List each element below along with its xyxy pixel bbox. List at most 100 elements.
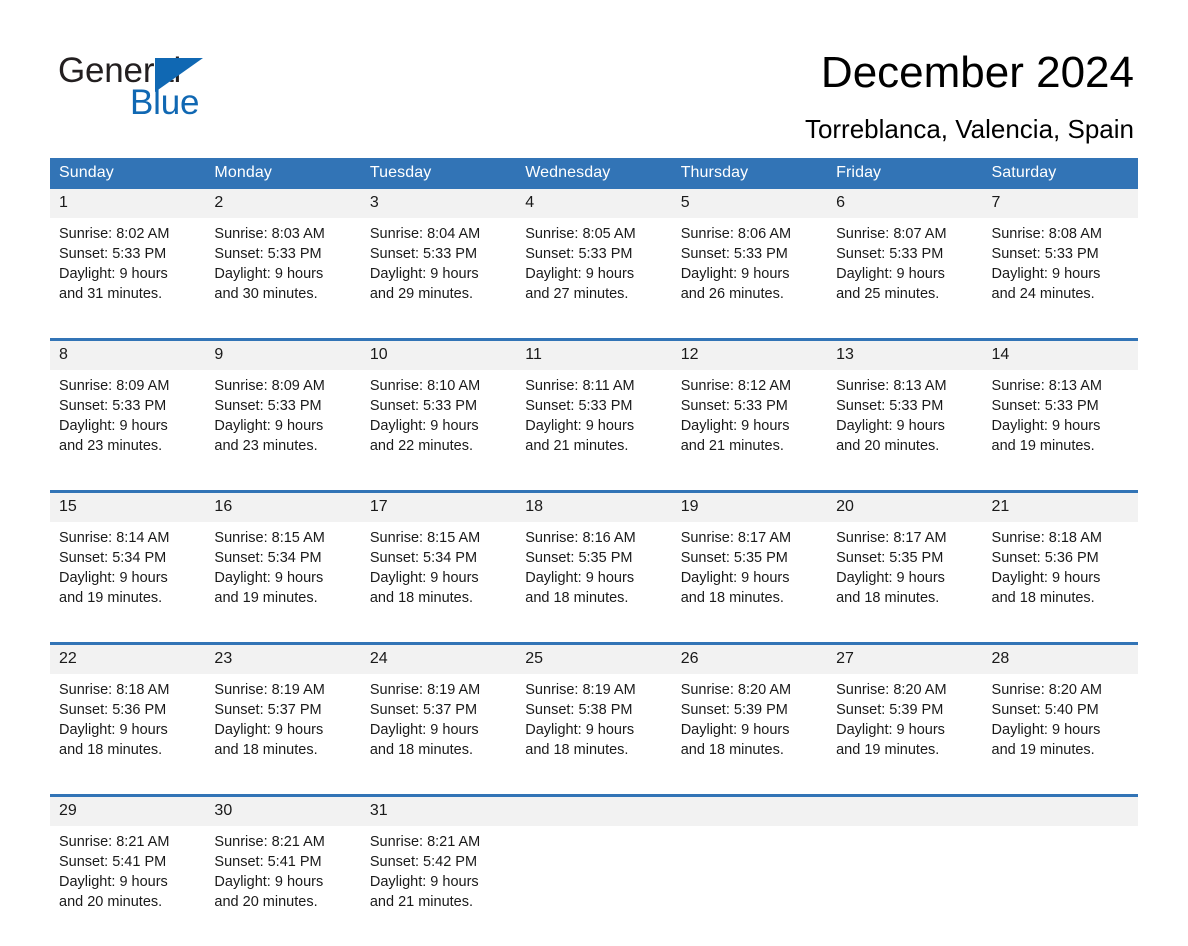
day-cell[interactable]: Sunrise: 8:21 AM Sunset: 5:42 PM Daylight:… xyxy=(360,826,517,946)
day-cell[interactable]: Sunrise: 8:12 AM Sunset: 5:33 PM Daylight:… xyxy=(671,370,828,492)
daylight-text-line1: Daylight: 9 hours xyxy=(991,570,1101,586)
day-cell[interactable]: Sunrise: 8:17 AM Sunset: 5:35 PM Daylight:… xyxy=(671,522,828,644)
day-number[interactable]: 27 xyxy=(827,642,983,674)
day-number[interactable]: 9 xyxy=(205,338,361,370)
day-number[interactable]: 10 xyxy=(360,338,517,370)
day-number[interactable]: 16 xyxy=(205,490,361,522)
daylight-text-line1: Daylight: 9 hours xyxy=(836,266,945,282)
day-cell[interactable]: Sunrise: 8:03 AM Sunset: 5:33 PM Daylight:… xyxy=(205,218,361,340)
day-number[interactable]: 24 xyxy=(360,642,517,674)
day-cell[interactable]: Sunrise: 8:06 AM Sunset: 5:33 PM Daylight:… xyxy=(671,218,828,340)
day-cell[interactable]: Sunrise: 8:19 AM Sunset: 5:37 PM Daylight:… xyxy=(205,674,361,796)
day-cell[interactable]: Sunrise: 8:19 AM Sunset: 5:37 PM Daylight:… xyxy=(360,674,517,796)
day-cell[interactable]: Sunrise: 8:18 AM Sunset: 5:36 PM Daylight:… xyxy=(982,522,1138,644)
day-number[interactable]: 29 xyxy=(50,794,206,826)
day-cell[interactable]: Sunrise: 8:10 AM Sunset: 5:33 PM Daylight:… xyxy=(360,370,517,492)
day-number[interactable]: 12 xyxy=(671,338,828,370)
day-cell[interactable]: Sunrise: 8:16 AM Sunset: 5:35 PM Daylight:… xyxy=(516,522,672,644)
day-number[interactable]: 25 xyxy=(516,642,672,674)
day-cell-empty xyxy=(982,826,1138,946)
day-number-empty xyxy=(982,794,1138,826)
day-cell[interactable]: Sunrise: 8:11 AM Sunset: 5:33 PM Daylight:… xyxy=(516,370,672,492)
daylight-text-line2: and 18 minutes. xyxy=(525,742,629,758)
day-cell[interactable]: Sunrise: 8:17 AM Sunset: 5:35 PM Daylight:… xyxy=(827,522,983,644)
sunset-text: Sunset: 5:35 PM xyxy=(680,550,788,566)
day-number[interactable]: 6 xyxy=(827,189,983,218)
day-cell[interactable]: Sunrise: 8:14 AM Sunset: 5:34 PM Daylight:… xyxy=(50,522,206,644)
daylight-text-line1: Daylight: 9 hours xyxy=(991,418,1101,434)
sunrise-text: Sunrise: 8:21 AM xyxy=(214,834,325,850)
calendar-page: General Blue December 2024 Torreblanca, … xyxy=(0,0,1188,946)
sunset-text: Sunset: 5:39 PM xyxy=(836,702,944,718)
day-number[interactable]: 31 xyxy=(360,794,517,826)
day-number[interactable]: 20 xyxy=(827,490,983,522)
daylight-text-line1: Daylight: 9 hours xyxy=(214,266,324,282)
day-cell[interactable]: Sunrise: 8:02 AM Sunset: 5:33 PM Daylight:… xyxy=(50,218,206,340)
day-number[interactable]: 13 xyxy=(827,338,983,370)
day-cell[interactable]: Sunrise: 8:20 AM Sunset: 5:39 PM Daylight:… xyxy=(827,674,983,796)
day-cell[interactable]: Sunrise: 8:08 AM Sunset: 5:33 PM Daylight:… xyxy=(982,218,1138,340)
weekday-header-wednesday: Wednesday xyxy=(516,158,672,189)
sunset-text: Sunset: 5:41 PM xyxy=(214,854,322,870)
day-cell[interactable]: Sunrise: 8:18 AM Sunset: 5:36 PM Daylight:… xyxy=(50,674,206,796)
day-cell[interactable]: Sunrise: 8:15 AM Sunset: 5:34 PM Daylight:… xyxy=(360,522,517,644)
daylight-text-line1: Daylight: 9 hours xyxy=(680,570,790,586)
day-cell[interactable]: Sunrise: 8:15 AM Sunset: 5:34 PM Daylight:… xyxy=(205,522,361,644)
day-number[interactable]: 23 xyxy=(205,642,361,674)
day-number[interactable]: 28 xyxy=(982,642,1138,674)
sunset-text: Sunset: 5:36 PM xyxy=(59,702,167,718)
day-cell[interactable]: Sunrise: 8:20 AM Sunset: 5:40 PM Daylight:… xyxy=(982,674,1138,796)
day-number[interactable]: 1 xyxy=(50,189,206,218)
sunrise-text: Sunrise: 8:18 AM xyxy=(59,682,170,698)
day-cell[interactable]: Sunrise: 8:13 AM Sunset: 5:33 PM Daylight:… xyxy=(982,370,1138,492)
week-detail-row: Sunrise: 8:14 AM Sunset: 5:34 PM Daylight:… xyxy=(50,522,1138,644)
day-number[interactable]: 14 xyxy=(982,338,1138,370)
daylight-text-line2: and 20 minutes. xyxy=(59,894,163,910)
week-detail-row: Sunrise: 8:21 AM Sunset: 5:41 PM Daylight:… xyxy=(50,826,1138,946)
day-number[interactable]: 19 xyxy=(671,490,828,522)
day-number[interactable]: 15 xyxy=(50,490,206,522)
day-cell[interactable]: Sunrise: 8:09 AM Sunset: 5:33 PM Daylight:… xyxy=(205,370,361,492)
day-number[interactable]: 30 xyxy=(205,794,361,826)
day-number[interactable]: 22 xyxy=(50,642,206,674)
day-cell[interactable]: Sunrise: 8:21 AM Sunset: 5:41 PM Daylight:… xyxy=(205,826,361,946)
daylight-text-line2: and 23 minutes. xyxy=(59,438,163,454)
day-number[interactable]: 18 xyxy=(516,490,672,522)
day-number[interactable]: 2 xyxy=(205,189,361,218)
sunset-text: Sunset: 5:33 PM xyxy=(836,398,944,414)
day-cell[interactable]: Sunrise: 8:21 AM Sunset: 5:41 PM Daylight:… xyxy=(50,826,206,946)
sunset-text: Sunset: 5:33 PM xyxy=(680,398,788,414)
sunrise-text: Sunrise: 8:17 AM xyxy=(836,530,947,546)
location-subtitle: Torreblanca, Valencia, Spain xyxy=(804,114,1134,144)
day-cell[interactable]: Sunrise: 8:05 AM Sunset: 5:33 PM Daylight:… xyxy=(516,218,672,340)
daylight-text-line2: and 22 minutes. xyxy=(369,438,474,454)
day-cell[interactable]: Sunrise: 8:07 AM Sunset: 5:33 PM Daylight:… xyxy=(827,218,983,340)
day-number[interactable]: 4 xyxy=(516,189,672,218)
week-detail-row: Sunrise: 8:09 AM Sunset: 5:33 PM Daylight:… xyxy=(50,370,1138,492)
day-number[interactable]: 26 xyxy=(671,642,828,674)
daylight-text-line2: and 18 minutes. xyxy=(525,590,629,606)
sunrise-text: Sunrise: 8:20 AM xyxy=(680,682,792,698)
daylight-text-line1: Daylight: 9 hours xyxy=(214,418,324,434)
day-cell[interactable]: Sunrise: 8:19 AM Sunset: 5:38 PM Daylight:… xyxy=(516,674,672,796)
day-number[interactable]: 3 xyxy=(360,189,517,218)
day-number[interactable]: 21 xyxy=(982,490,1138,522)
day-cell[interactable]: Sunrise: 8:09 AM Sunset: 5:33 PM Daylight:… xyxy=(50,370,206,492)
day-number[interactable]: 17 xyxy=(360,490,517,522)
day-number[interactable]: 11 xyxy=(516,338,672,370)
sunrise-text: Sunrise: 8:16 AM xyxy=(525,530,636,546)
calendar-table: Sunday Monday Tuesday Wednesday Thursday… xyxy=(50,158,1138,946)
day-number[interactable]: 7 xyxy=(982,189,1138,218)
sunrise-text: Sunrise: 8:12 AM xyxy=(680,378,792,394)
day-number[interactable]: 5 xyxy=(671,189,828,218)
day-cell[interactable]: Sunrise: 8:13 AM Sunset: 5:33 PM Daylight:… xyxy=(827,370,983,492)
daylight-text-line1: Daylight: 9 hours xyxy=(59,722,168,738)
daylight-text-line2: and 21 minutes. xyxy=(369,894,474,910)
daylight-text-line1: Daylight: 9 hours xyxy=(525,570,635,586)
brand-logo[interactable]: General Blue xyxy=(58,52,318,132)
daylight-text-line2: and 30 minutes. xyxy=(214,286,318,302)
day-cell[interactable]: Sunrise: 8:20 AM Sunset: 5:39 PM Daylight:… xyxy=(671,674,828,796)
day-number[interactable]: 8 xyxy=(50,338,206,370)
day-cell[interactable]: Sunrise: 8:04 AM Sunset: 5:33 PM Daylight:… xyxy=(360,218,517,340)
sunrise-text: Sunrise: 8:19 AM xyxy=(369,682,481,698)
